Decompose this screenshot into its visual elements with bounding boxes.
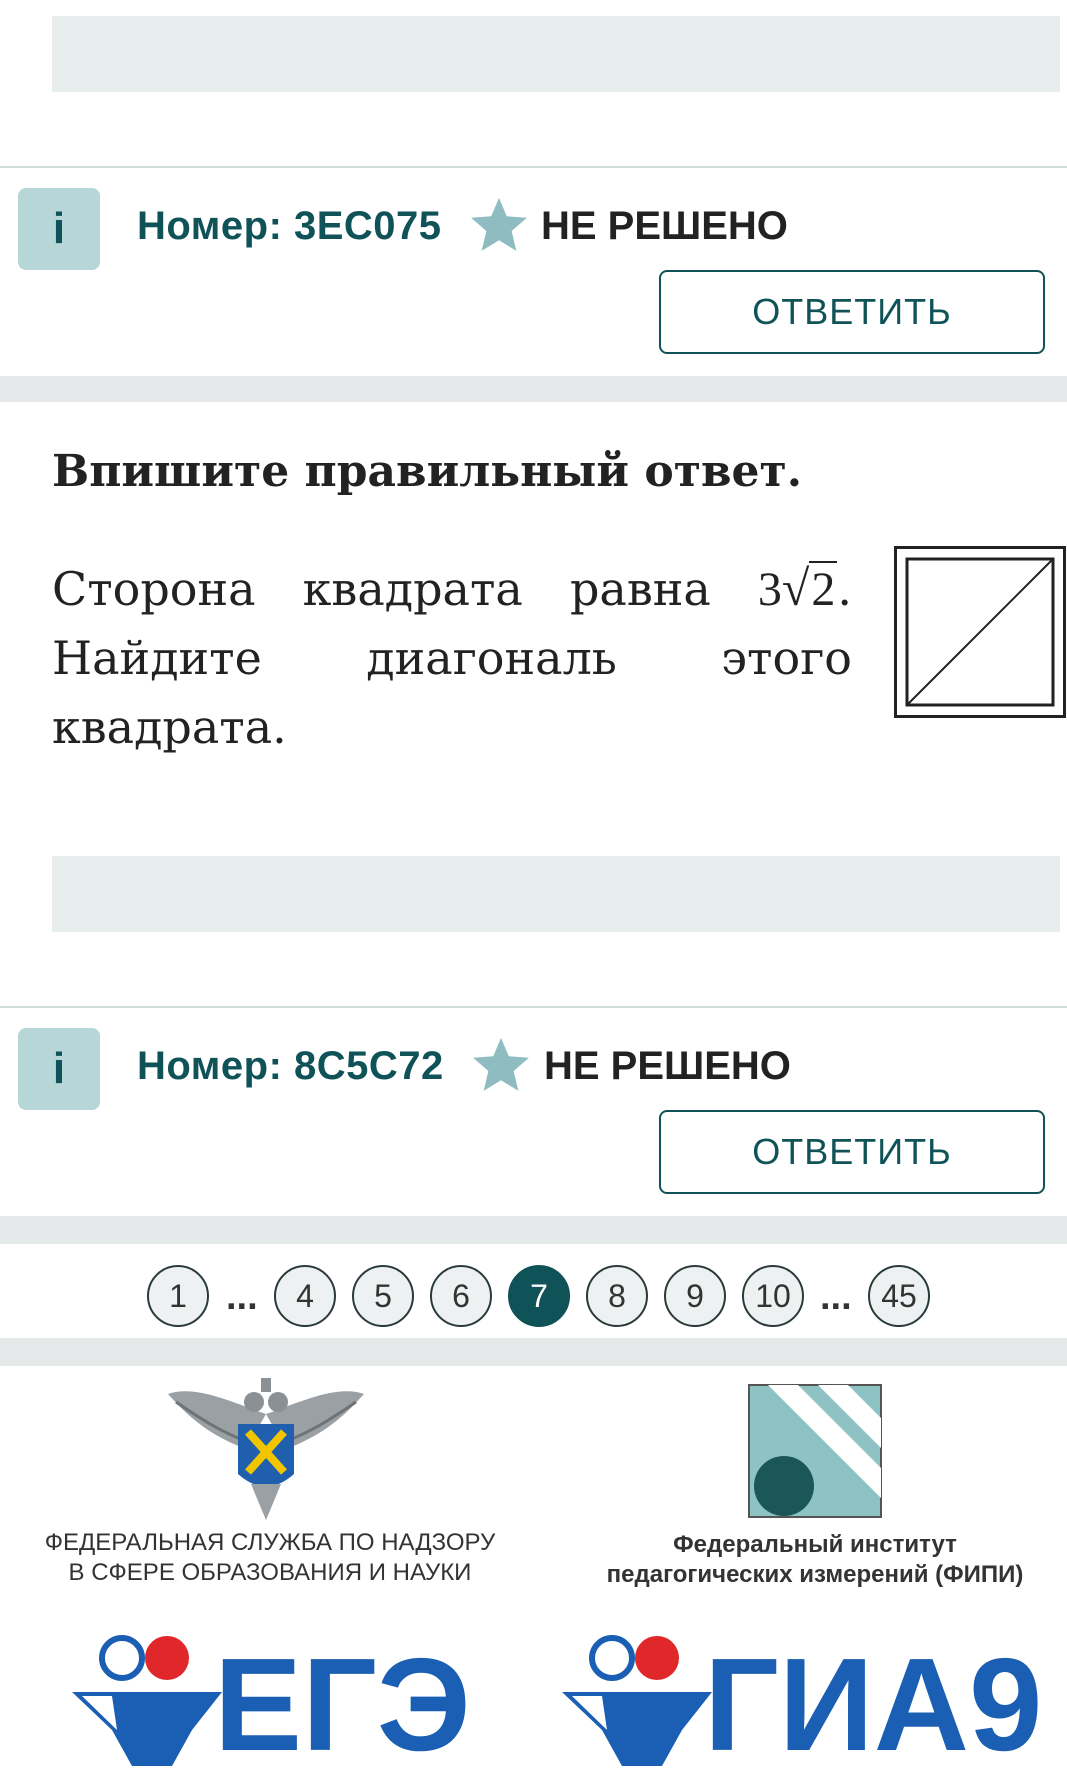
- page-4[interactable]: 4: [274, 1265, 336, 1327]
- answer-input[interactable]: [52, 856, 1060, 932]
- page-9[interactable]: 9: [664, 1265, 726, 1327]
- square-figure: [894, 546, 1066, 718]
- status-label: НЕ РЕШЕНО: [541, 204, 788, 248]
- page-8[interactable]: 8: [586, 1265, 648, 1327]
- answer-input-previous[interactable]: [52, 16, 1060, 92]
- info-button[interactable]: i: [18, 1028, 100, 1110]
- divider: [0, 1006, 1067, 1008]
- page-1[interactable]: 1: [147, 1265, 209, 1327]
- problem-text: Сторона квадрата равна 3√2. Найдите диаг…: [52, 560, 852, 754]
- math-expression: 3√2: [757, 560, 838, 616]
- page-10[interactable]: 10: [742, 1265, 804, 1327]
- ege-logo[interactable]: ЕГЭ: [214, 1639, 471, 1771]
- info-button[interactable]: i: [18, 188, 100, 270]
- page-45[interactable]: 45: [868, 1265, 930, 1327]
- gia-people-icon: [562, 1635, 712, 1766]
- star-icon[interactable]: [466, 194, 532, 256]
- rosobrnadzor-caption: ФЕДЕРАЛЬНАЯ СЛУЖБА ПО НАДЗОРУ В СФЕРЕ ОБ…: [44, 1529, 496, 1586]
- fipi-logo[interactable]: [748, 1384, 882, 1518]
- star-icon[interactable]: [468, 1034, 534, 1096]
- page-6[interactable]: 6: [430, 1265, 492, 1327]
- page-7-current[interactable]: 7: [508, 1265, 570, 1327]
- instruction-text: Впишите правильный ответ.: [52, 446, 803, 497]
- section-separator: [0, 376, 1067, 402]
- answer-button[interactable]: ОТВЕТИТЬ: [659, 270, 1045, 354]
- task-number: Номер: 8C5C72: [137, 1044, 444, 1088]
- answer-button[interactable]: ОТВЕТИТЬ: [659, 1110, 1045, 1194]
- status-label: НЕ РЕШЕНО: [544, 1044, 791, 1088]
- divider: [0, 166, 1067, 168]
- task-number: Номер: 3EC075: [137, 204, 442, 248]
- info-icon: i: [52, 204, 66, 253]
- page-5[interactable]: 5: [352, 1265, 414, 1327]
- fipi-caption: Федеральный институт педагогических изме…: [606, 1531, 1024, 1588]
- gia9-logo[interactable]: ГИА9: [704, 1639, 1042, 1771]
- pagination-ellipsis: ...: [820, 1276, 852, 1318]
- ege-people-icon: [72, 1635, 222, 1766]
- info-icon: i: [52, 1044, 66, 1093]
- pagination-ellipsis: ...: [226, 1276, 258, 1318]
- rosobrnadzor-eagle-logo[interactable]: [166, 1374, 366, 1520]
- sqrt-symbol: √: [781, 560, 810, 616]
